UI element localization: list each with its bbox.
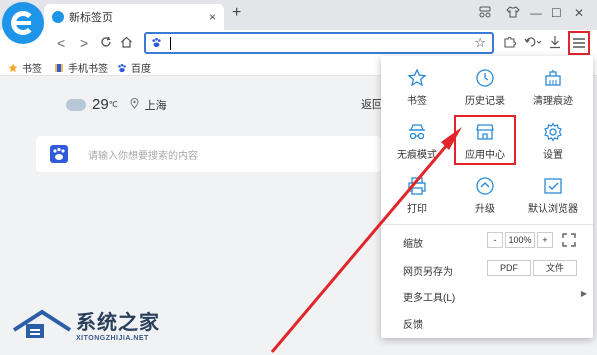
undo-close-icon[interactable] xyxy=(524,35,542,52)
menu-item-upgrade[interactable]: 升级 xyxy=(455,176,515,215)
bookmark-item-mobile[interactable]: 手机书签 xyxy=(54,60,108,75)
zoom-in-button[interactable]: + xyxy=(537,232,553,248)
menu-item-label: 清理痕迹 xyxy=(533,96,573,107)
baidu-paw-icon xyxy=(118,63,126,72)
submenu-arrow-icon: ▶ xyxy=(580,289,587,298)
zoom-label: 缩放 xyxy=(403,239,423,250)
incognito-icon xyxy=(409,124,425,140)
menu-item-print[interactable]: 打印 xyxy=(387,176,447,215)
tab-title: 新标签页 xyxy=(69,12,113,24)
bookmark-item-bookmarks[interactable]: 书签 xyxy=(8,60,42,75)
skin-switch-icon[interactable] xyxy=(478,6,492,21)
browser-logo-icon xyxy=(2,2,44,44)
menu-item-label: 历史记录 xyxy=(465,96,505,107)
main-menu-dropdown: 书签 历史记录 清理痕迹 无痕模式 应用中心 设置 打印 升级 默认浏览器 缩放… xyxy=(381,56,593,338)
theme-shirt-icon[interactable] xyxy=(506,6,520,21)
bookmark-item-baidu[interactable]: 百度 xyxy=(117,60,151,75)
baidu-paw-icon xyxy=(152,37,161,48)
menu-item-clear-traces[interactable]: 清理痕迹 xyxy=(523,68,583,107)
broom-icon xyxy=(545,70,561,86)
menu-item-settings[interactable]: 设置 xyxy=(523,122,583,161)
fullscreen-icon[interactable] xyxy=(562,233,576,250)
upgrade-icon xyxy=(476,177,494,195)
temperature-unit: ℃ xyxy=(108,100,118,109)
clock-icon xyxy=(476,69,494,87)
hamburger-icon xyxy=(573,38,585,48)
printer-icon xyxy=(408,177,426,195)
menu-item-incognito[interactable]: 无痕模式 xyxy=(387,122,447,161)
house-logo-icon xyxy=(12,304,72,344)
app-center-highlight xyxy=(454,115,516,165)
city-name: 上海 xyxy=(144,99,167,112)
search-placeholder: 请输入你想要搜索的内容 xyxy=(88,150,198,162)
zoom-value: 100% xyxy=(505,232,535,248)
menu-item-label: 设置 xyxy=(543,150,563,161)
tab-close-icon[interactable]: × xyxy=(209,10,216,24)
folder-icon xyxy=(55,63,63,72)
menu-item-label: 默认浏览器 xyxy=(528,204,578,215)
default-browser-icon xyxy=(544,178,562,194)
forward-button[interactable]: > xyxy=(80,35,88,51)
maximize-button[interactable]: ☐ xyxy=(551,6,562,20)
download-icon[interactable] xyxy=(549,35,561,52)
close-window-button[interactable]: ✕ xyxy=(574,6,584,20)
watermark-logo: 系统之家 XITONGZHIJIA.NET xyxy=(12,304,160,344)
menu-item-label: 书签 xyxy=(407,96,427,107)
menu-item-label: 打印 xyxy=(407,204,427,215)
menu-divider xyxy=(381,224,593,225)
menu-item-history[interactable]: 历史记录 xyxy=(455,68,515,107)
more-tools-item[interactable]: 更多工具(L) xyxy=(403,289,455,304)
bookmark-label: 百度 xyxy=(131,64,151,75)
location-pin-icon xyxy=(130,97,139,112)
new-tab-button[interactable]: + xyxy=(232,4,241,22)
star-icon xyxy=(407,68,427,87)
menu-item-default-browser[interactable]: 默认浏览器 xyxy=(523,176,583,215)
menu-item-bookmarks[interactable]: 书签 xyxy=(387,68,447,107)
home-icon[interactable] xyxy=(120,35,133,51)
weather-widget[interactable]: 29 ℃ 上海 xyxy=(66,96,167,113)
back-link[interactable]: 返回 xyxy=(361,96,383,112)
baidu-logo-icon xyxy=(50,145,68,163)
extensions-puzzle-icon[interactable] xyxy=(503,35,517,52)
menu-item-label: 升级 xyxy=(475,204,495,215)
bookmark-label: 手机书签 xyxy=(68,64,108,75)
tab-favicon-icon xyxy=(52,11,64,23)
star-icon xyxy=(8,63,18,72)
tab-new-tab[interactable]: 新标签页 × xyxy=(44,4,224,30)
cloud-icon xyxy=(66,98,86,111)
save-as-label: 网页另存为 xyxy=(403,267,453,278)
bookmark-star-icon[interactable]: ☆ xyxy=(474,35,486,51)
refresh-icon[interactable] xyxy=(100,35,112,51)
menu-item-label: 无痕模式 xyxy=(397,150,437,161)
save-as-file-button[interactable]: 文件 xyxy=(533,260,577,276)
gear-icon xyxy=(544,122,562,142)
address-bar[interactable]: ☆ xyxy=(144,32,494,54)
watermark-subtitle: XITONGZHIJIA.NET xyxy=(76,335,149,342)
minimize-button[interactable]: — xyxy=(530,6,542,20)
zoom-out-button[interactable]: - xyxy=(487,232,503,248)
feedback-item[interactable]: 反馈 xyxy=(403,316,423,331)
search-box[interactable]: 请输入你想要搜索的内容 xyxy=(36,136,381,172)
back-button[interactable]: < xyxy=(57,35,65,51)
save-as-pdf-button[interactable]: PDF xyxy=(487,260,531,276)
bookmark-label: 书签 xyxy=(22,64,42,75)
main-menu-button[interactable] xyxy=(568,31,590,55)
text-cursor xyxy=(170,37,171,50)
temperature: 29 xyxy=(92,96,109,113)
watermark-title: 系统之家 xyxy=(76,312,160,334)
